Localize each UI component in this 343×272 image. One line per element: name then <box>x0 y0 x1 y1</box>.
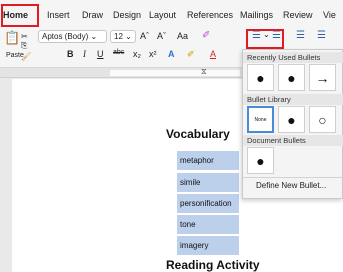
list-item[interactable]: imagery <box>177 236 239 255</box>
paste-label[interactable]: Paste <box>6 52 24 59</box>
decrease-indent-icon[interactable]: ☰ <box>317 30 326 41</box>
font-color-button[interactable]: A <box>210 49 216 59</box>
bullet-option-none[interactable]: None <box>247 106 274 133</box>
tab-layout[interactable]: Layout <box>149 10 176 20</box>
font-name-value: Aptos (Body) <box>42 32 89 41</box>
clear-formatting-icon[interactable]: ✐ <box>202 30 210 41</box>
ruler-text-area <box>110 70 240 76</box>
tab-mailings[interactable]: Mailings <box>240 10 273 20</box>
tab-draw[interactable]: Draw <box>82 10 103 20</box>
bold-button[interactable]: B <box>67 49 74 59</box>
tab-design[interactable]: Design <box>113 10 141 20</box>
list-item[interactable]: metaphor <box>177 151 239 170</box>
tab-review[interactable]: Review <box>283 10 313 20</box>
indent-marker-icon[interactable]: ⧖ <box>201 67 207 77</box>
tab-view[interactable]: Vie <box>323 10 336 20</box>
tab-insert[interactable]: Insert <box>47 10 70 20</box>
bullet-option-recent-dot[interactable]: ● <box>247 64 274 91</box>
define-new-bullet-menu-item[interactable]: Define New Bullet... <box>256 181 326 190</box>
strikethrough-button[interactable]: abc <box>113 49 124 56</box>
list-item[interactable]: personification <box>177 194 239 213</box>
paste-icon[interactable]: 📋 <box>4 30 20 46</box>
superscript-button[interactable]: x² <box>149 49 157 59</box>
bullet-library-dropdown: Recently Used Bullets ● ● → Bullet Libra… <box>242 49 343 199</box>
recent-bullets-title: Recently Used Bullets <box>247 53 321 62</box>
text-effects-button[interactable]: A <box>168 49 175 59</box>
bullet-library-title: Bullet Library <box>247 95 291 104</box>
document-bullets-title: Document Bullets <box>247 136 306 145</box>
bullet-option-filled-dot[interactable]: ● <box>278 106 305 133</box>
font-size-value: 12 <box>114 32 123 41</box>
ribbon-tab-bar: Home Insert Draw Design Layout Reference… <box>0 0 343 28</box>
highlight-button[interactable]: ✐ <box>187 49 195 60</box>
font-name-select[interactable]: Aptos (Body) ⌄ <box>38 30 107 43</box>
tab-references[interactable]: References <box>187 10 233 20</box>
chevron-down-icon: ⌄ <box>125 32 132 41</box>
vocabulary-heading[interactable]: Vocabulary <box>166 127 230 141</box>
underline-button[interactable]: U <box>97 49 104 59</box>
bullet-option-document-dot[interactable]: ● <box>247 147 274 174</box>
bullets-button-highlight <box>246 29 284 49</box>
change-case-button[interactable]: Aa <box>177 31 188 41</box>
home-tab-highlight <box>1 4 39 27</box>
multilevel-list-icon[interactable]: ☰ <box>296 30 305 41</box>
shrink-font-button[interactable]: Aˇ <box>157 31 166 41</box>
bullet-option-recent-arrow[interactable]: → <box>309 64 336 91</box>
copy-icon[interactable]: ⎘ <box>21 41 27 51</box>
bullet-option-recent-dot[interactable]: ● <box>278 64 305 91</box>
list-item[interactable]: simile <box>177 173 239 192</box>
font-size-select[interactable]: 12 ⌄ <box>110 30 136 43</box>
cut-icon[interactable]: ✂ <box>21 32 28 41</box>
list-item[interactable]: tone <box>177 215 239 234</box>
reading-activity-heading[interactable]: Reading Activity <box>166 258 260 272</box>
menu-divider <box>243 177 343 178</box>
subscript-button[interactable]: x₂ <box>133 49 141 59</box>
chevron-down-icon: ⌄ <box>90 32 98 41</box>
bullet-option-hollow-circle[interactable]: ○ <box>309 106 336 133</box>
italic-button[interactable]: I <box>83 49 86 59</box>
grow-font-button[interactable]: Aˆ <box>140 31 149 41</box>
